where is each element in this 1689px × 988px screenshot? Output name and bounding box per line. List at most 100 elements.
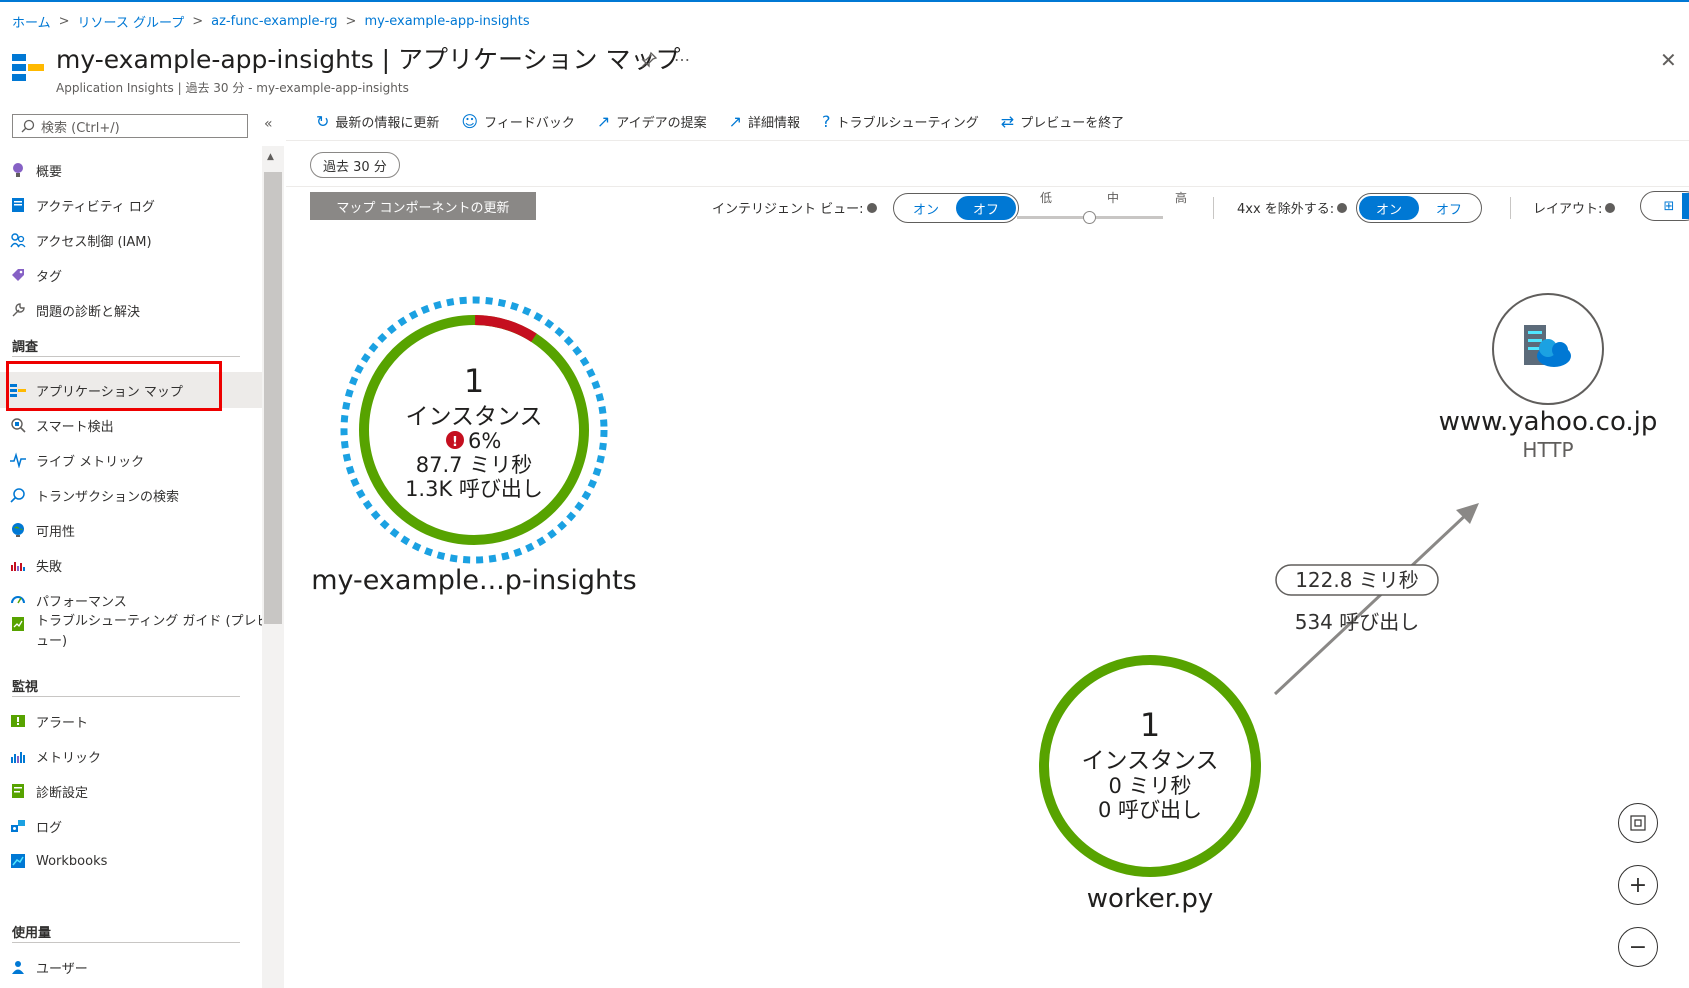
sidebar-item-iam[interactable]: アクセス制御 (IAM) (10, 225, 152, 255)
sidebar-item-transaction-search[interactable]: トランザクションの検索 (10, 480, 179, 510)
app-node-duration-value: 87.7 (416, 453, 463, 477)
sidebar-item-label: ログ (36, 820, 63, 836)
app-node-duration-unit: ミリ秒 (463, 453, 533, 477)
breadcrumb-app-insights[interactable]: my-example-app-insights (364, 14, 529, 29)
sidebar-item-tags[interactable]: タグ (10, 260, 62, 290)
more-options-icon[interactable]: … (674, 46, 690, 65)
info-icon[interactable] (1337, 202, 1348, 213)
app-node-calls-value: 1.3K (405, 477, 453, 501)
info-icon[interactable] (1605, 202, 1616, 213)
control-divider (1510, 197, 1511, 219)
info-icon[interactable] (866, 202, 877, 213)
section-usage: 使用量 (12, 926, 52, 941)
refresh-icon: ↻ (316, 112, 330, 131)
sidebar-item-failures[interactable]: 失敗 (10, 550, 62, 580)
worker-node-calls-value: 0 (1098, 798, 1111, 822)
details-button[interactable]: ↗ 詳細情報 (729, 112, 800, 131)
sidebar-item-label-continued: ュー) (36, 634, 68, 649)
sidebar-item-smart-detection[interactable]: スマート検出 (10, 410, 114, 440)
scroll-up-arrow-icon[interactable]: ▲ (267, 152, 274, 162)
smart-detection-icon (11, 418, 26, 433)
sidebar-item-activity-log[interactable]: アクティビティ ログ (10, 190, 155, 220)
control-divider (1213, 197, 1214, 219)
zoom-out-button[interactable]: − (1618, 927, 1658, 967)
sensitivity-low: 低 (1040, 191, 1053, 205)
wrench-icon (12, 303, 25, 317)
external-dependency-node[interactable]: www.yahoo.co.jp HTTP (1439, 293, 1658, 462)
troubleshoot-button[interactable]: ? トラブルシューティング (822, 112, 979, 131)
dependency-edge[interactable] (1273, 510, 1471, 696)
sidebar-item-label: パフォーマンス (36, 594, 127, 610)
sidebar-item-troubleshooting-guide[interactable]: トラブルシューティング ガイド (プレビ ュー) (10, 612, 270, 652)
breadcrumb-home[interactable]: ホーム (12, 12, 51, 31)
logs-icon (11, 820, 25, 832)
smiley-icon: ☺ (461, 112, 479, 131)
breadcrumb-resource-groups[interactable]: リソース グループ (78, 12, 185, 31)
exclude-4xx-text: 4xx を除外する: (1237, 202, 1335, 217)
sidebar-item-availability[interactable]: 可用性 (10, 515, 75, 545)
performance-icon (11, 596, 25, 604)
sidebar-item-live-metrics[interactable]: ライブ メトリック (10, 445, 144, 475)
sidebar-item-users[interactable]: ユーザー (10, 952, 88, 982)
search-input[interactable]: 検索 (Ctrl+/) (12, 114, 248, 138)
red-highlight-box (6, 361, 222, 411)
sidebar-item-logs[interactable]: ログ (10, 811, 62, 841)
time-range-filter[interactable]: 過去 30 分 (310, 152, 400, 178)
chevron-right-icon: > (345, 14, 357, 29)
fit-to-screen-button[interactable] (1618, 803, 1658, 843)
feedback-button[interactable]: ☺ フィードバック (461, 112, 574, 131)
search-icon (10, 488, 25, 503)
worker-node-duration-unit: ミリ秒 (1122, 774, 1192, 798)
section-investigate: 調査 (12, 340, 39, 355)
app-node-calls-unit: 呼び出し (452, 477, 543, 501)
sidebar-item-performance[interactable]: パフォーマンス (10, 585, 127, 615)
exclude-4xx-label: 4xx を除外する: (1237, 198, 1348, 217)
sidebar-item-alerts[interactable]: アラート (10, 706, 88, 736)
sidebar-item-label: 可用性 (36, 524, 76, 540)
layout-label: レイアウト: (1533, 198, 1616, 217)
sensitivity-high: 高 (1175, 191, 1188, 205)
worker-node[interactable]: 1 インスタンス 0 ミリ秒 0 呼び出し worker.py (1039, 655, 1261, 914)
sidebar-item-diagnostic-settings[interactable]: 診断設定 (10, 776, 88, 806)
application-map-canvas[interactable]: 122.8 ミリ秒 534 呼び出し 1 インスタンス ! 6% 87.7 ミリ… (286, 228, 1689, 988)
sidebar-item-metrics[interactable]: メトリック (10, 741, 101, 771)
exclude-4xx-off[interactable]: オフ (1419, 196, 1479, 220)
external-node-type: HTTP (1522, 438, 1573, 462)
sensitivity-slider-thumb[interactable] (1083, 211, 1096, 224)
force-layout-button-edge[interactable] (1682, 193, 1689, 219)
exclude-4xx-on[interactable]: オン (1359, 196, 1419, 220)
diagnostic-settings-icon (12, 784, 24, 798)
breadcrumb-resource-group[interactable]: az-func-example-rg (211, 14, 337, 29)
collapse-sidebar-icon[interactable]: « (264, 116, 273, 132)
sidebar-scrollbar-thumb[interactable] (264, 172, 282, 624)
fit-to-screen-icon (1630, 815, 1646, 831)
intelligent-view-toggle[interactable]: オン オフ (893, 193, 1019, 223)
intelligent-view-off[interactable]: オフ (956, 196, 1016, 220)
intelligent-view-on[interactable]: オン (896, 196, 956, 220)
section-monitor: 監視 (12, 680, 39, 695)
update-map-components-button[interactable]: マップ コンポーネントの更新 (310, 192, 536, 220)
ideas-button[interactable]: ↗ アイデアの提案 (597, 112, 707, 131)
sidebar-item-diagnose[interactable]: 問題の診断と解決 (10, 295, 140, 325)
sidebar-item-label: ユーザー (36, 961, 88, 977)
people-icon (10, 233, 26, 248)
sidebar-item-workbooks[interactable]: Workbooks (10, 846, 107, 876)
app-node-name: my-example...p-insights (311, 565, 636, 596)
zoom-in-button[interactable]: + (1618, 865, 1658, 905)
chevron-right-icon: > (58, 14, 70, 29)
worker-node-duration-value: 0 (1108, 774, 1121, 798)
sidebar-item-label: アクティビティ ログ (36, 199, 155, 215)
exclude-4xx-toggle[interactable]: オン オフ (1356, 193, 1482, 223)
lightbulb-icon (13, 163, 23, 177)
exit-preview-button[interactable]: ⇄ プレビューを終了 (1001, 112, 1124, 131)
alert-icon (11, 715, 25, 727)
app-node[interactable]: 1 インスタンス ! 6% 87.7 ミリ秒 1.3K 呼び出し my-exam… (311, 296, 637, 596)
refresh-button[interactable]: ↻ 最新の情報に更新 (316, 112, 439, 131)
close-icon[interactable]: ✕ (1660, 48, 1677, 72)
sidebar-item-overview[interactable]: 概要 (10, 155, 62, 185)
intelligent-view-text: インテリジェント ビュー: (712, 202, 864, 217)
app-node-count: 1 (464, 362, 484, 400)
pin-icon[interactable] (640, 51, 658, 69)
worker-node-count: 1 (1140, 706, 1160, 744)
sidebar-item-label: トラブルシューティング ガイド (プレビ (36, 614, 270, 629)
